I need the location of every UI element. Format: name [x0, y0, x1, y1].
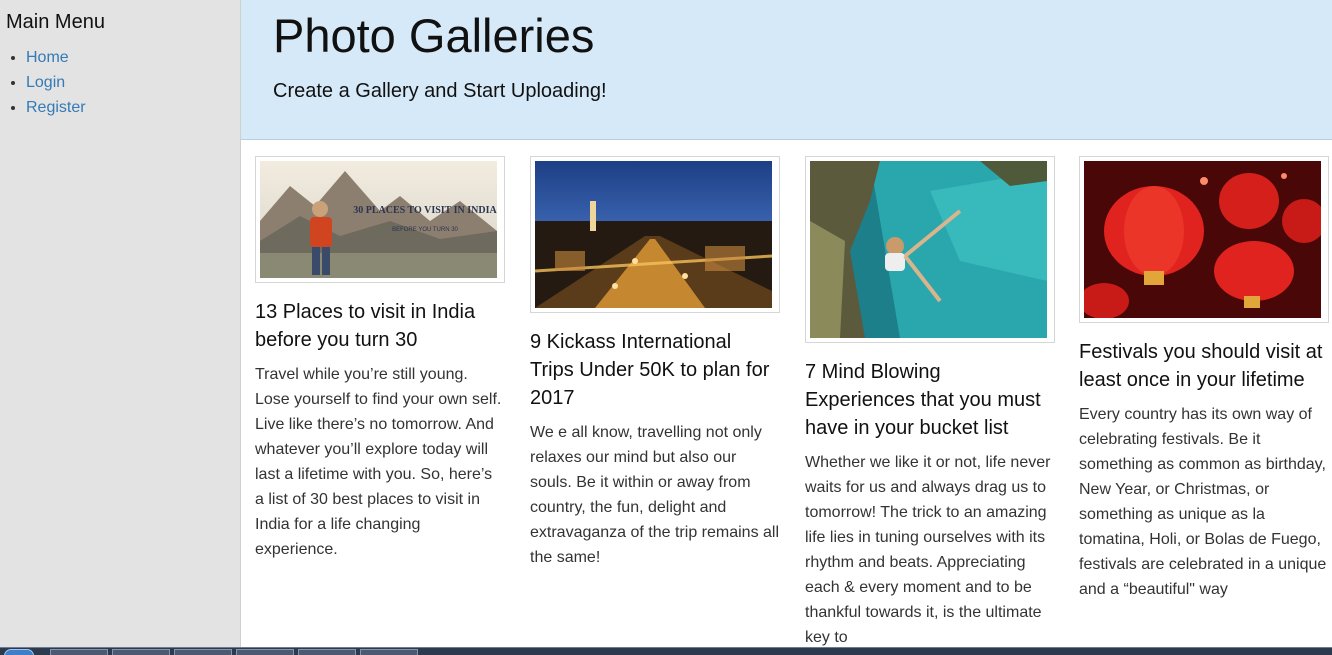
cliff-water-image: [810, 161, 1047, 338]
gallery-description: Whether we like it or not, life never wa…: [805, 454, 1051, 646]
sidebar-title: Main Menu: [6, 11, 105, 33]
image-caption: 30 PLACES TO VISIT IN INDIA: [353, 205, 497, 216]
start-button[interactable]: [4, 649, 34, 655]
gallery-thumbnail[interactable]: [805, 156, 1055, 343]
taskbar-item[interactable]: [50, 649, 108, 655]
gallery-thumbnail[interactable]: [530, 156, 780, 313]
taskbar-item[interactable]: [360, 649, 418, 655]
main-content: Photo Galleries Create a Gallery and Sta…: [241, 0, 1332, 647]
gallery-image-cliff[interactable]: [810, 161, 1047, 338]
gallery-title[interactable]: Festivals you should visit at least once…: [1079, 338, 1329, 394]
red-lanterns-image: [1084, 161, 1321, 318]
page-header: Photo Galleries Create a Gallery and Sta…: [241, 0, 1332, 140]
gallery-card[interactable]: 7 Mind Blowing Experiences that you must…: [805, 156, 1055, 647]
gallery-image-lanterns[interactable]: [1084, 161, 1321, 318]
page-title: Photo Galleries: [273, 9, 595, 62]
gallery-title[interactable]: 9 Kickass International Trips Under 50K …: [530, 328, 780, 412]
taskbar-item[interactable]: [174, 649, 232, 655]
gallery-image-india[interactable]: 30 PLACES TO VISIT IN INDIA BEFORE YOU T…: [260, 161, 497, 278]
gallery-title[interactable]: 7 Mind Blowing Experiences that you must…: [805, 358, 1055, 442]
gallery-thumbnail[interactable]: [1079, 156, 1329, 323]
home-link[interactable]: Home: [26, 49, 69, 66]
gallery-image-city[interactable]: [535, 161, 772, 308]
sidebar-item-home: Home: [26, 45, 86, 70]
night-city-image: [535, 161, 772, 308]
image-subcaption: BEFORE YOU TURN 30: [392, 227, 458, 233]
os-taskbar: [0, 647, 1332, 655]
gallery-card[interactable]: Festivals you should visit at least once…: [1079, 156, 1329, 602]
gallery-description: Travel while you’re still young. Lose yo…: [255, 366, 502, 558]
gallery-title[interactable]: 13 Places to visit in India before you t…: [255, 298, 505, 354]
taskbar-item[interactable]: [112, 649, 170, 655]
register-link[interactable]: Register: [26, 99, 86, 116]
gallery-description: Every country has its own way of celebra…: [1079, 406, 1327, 598]
gallery-card[interactable]: 9 Kickass International Trips Under 50K …: [530, 156, 780, 570]
sidebar: Main Menu Home Login Register: [0, 0, 241, 647]
gallery-card[interactable]: 30 PLACES TO VISIT IN INDIA BEFORE YOU T…: [255, 156, 505, 562]
login-link[interactable]: Login: [26, 74, 65, 91]
sidebar-menu: Home Login Register: [26, 45, 86, 120]
gallery-description: We e all know, travelling not only relax…: [530, 424, 780, 566]
gallery-thumbnail[interactable]: 30 PLACES TO VISIT IN INDIA BEFORE YOU T…: [255, 156, 505, 283]
taskbar-item[interactable]: [236, 649, 294, 655]
page-subtitle: Create a Gallery and Start Uploading!: [273, 80, 607, 102]
mountain-landscape-image: 30 PLACES TO VISIT IN INDIA BEFORE YOU T…: [260, 161, 497, 278]
taskbar-item[interactable]: [298, 649, 356, 655]
sidebar-item-register: Register: [26, 95, 86, 120]
sidebar-item-login: Login: [26, 70, 86, 95]
